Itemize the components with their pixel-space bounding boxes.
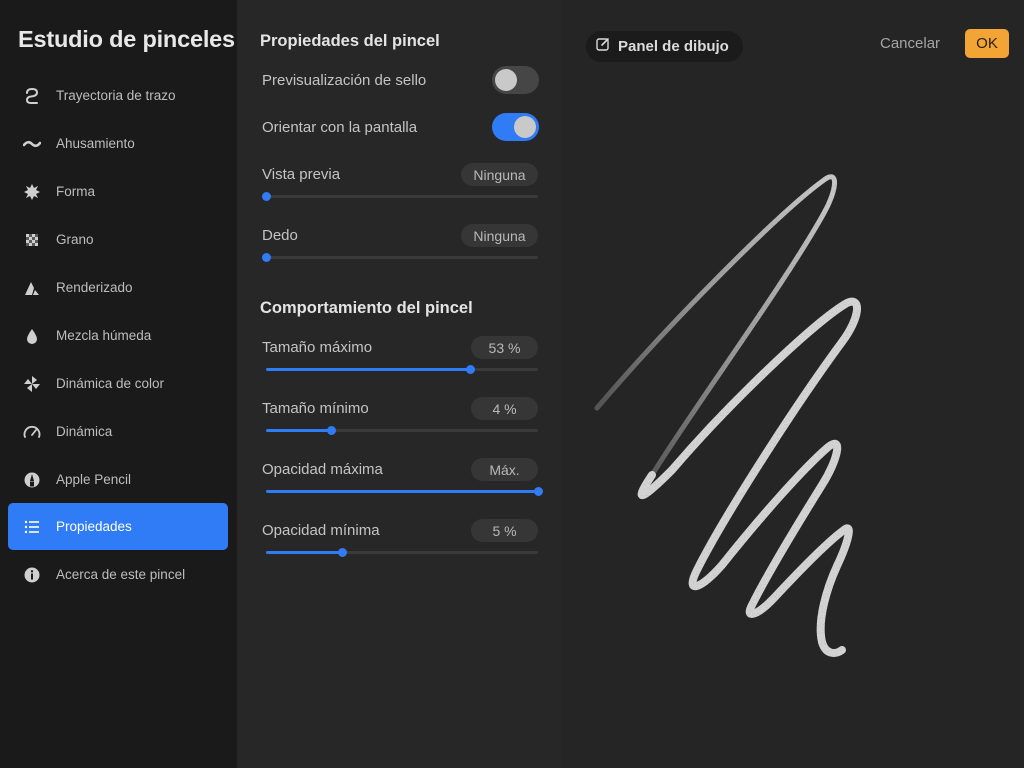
sidebar-item-about-brush[interactable]: Acerca de este pincel — [8, 551, 228, 598]
sidebar-item-label: Acerca de este pincel — [56, 567, 186, 582]
max-opacity-label: Opacidad máxima — [262, 461, 383, 478]
sidebar-item-wet-mix[interactable]: Mezcla húmeda — [8, 312, 228, 359]
min-opacity-label: Opacidad mínima — [262, 522, 380, 539]
droplet-icon — [8, 327, 56, 345]
sidebar-item-label: Forma — [56, 184, 96, 199]
rendering-icon — [8, 279, 56, 297]
smudge-value-pill: Ninguna — [461, 224, 538, 247]
brush-properties-title: Propiedades del pincel — [260, 32, 440, 50]
sidebar-item-label: Ahusamiento — [56, 136, 135, 151]
preview-value-pill: Ninguna — [461, 163, 538, 186]
app-title: Estudio de pinceles — [18, 26, 235, 52]
slider-thumb[interactable] — [466, 365, 475, 374]
orient-to-screen-label: Orientar con la pantalla — [262, 119, 418, 136]
sidebar-item-stroke-path[interactable]: Trayectoria de trazo — [8, 72, 228, 119]
sidebar-item-label: Trayectoria de trazo — [56, 88, 176, 103]
sidebar-item-grain[interactable]: Grano — [8, 216, 228, 263]
info-icon — [8, 566, 56, 584]
sidebar-item-shape[interactable]: Forma — [8, 168, 228, 215]
min-size-label: Tamaño mínimo — [262, 400, 369, 417]
sidebar: Estudio de pinceles Trayectoria de trazo… — [0, 0, 237, 768]
grain-checker-icon — [8, 231, 56, 249]
ok-button[interactable]: OK — [965, 29, 1009, 58]
settings-panel: Propiedades del pincel Previsualización … — [237, 0, 562, 768]
taper-wave-icon — [8, 135, 56, 153]
list-icon — [8, 518, 56, 536]
sidebar-item-properties[interactable]: Propiedades — [8, 503, 228, 550]
cancel-button[interactable]: Cancelar — [880, 35, 940, 52]
preview-slider[interactable] — [262, 192, 538, 201]
slider-fill — [266, 490, 538, 493]
sidebar-item-label: Dinámica — [56, 424, 113, 439]
edit-icon — [596, 37, 610, 56]
gauge-icon — [8, 423, 56, 441]
sidebar-item-dynamics[interactable]: Dinámica — [8, 408, 228, 455]
sidebar-item-label: Grano — [56, 232, 94, 247]
slider-fill — [266, 368, 470, 371]
drawing-pad-label: Panel de dibujo — [618, 38, 729, 55]
sidebar-item-label: Propiedades — [56, 519, 132, 534]
sidebar-item-label: Renderizado — [56, 280, 133, 295]
slider-fill — [266, 551, 343, 554]
min-opacity-slider[interactable] — [266, 548, 538, 557]
stamp-preview-label: Previsualización de sello — [262, 72, 427, 89]
slider-thumb[interactable] — [534, 487, 543, 496]
slider-thumb[interactable] — [262, 192, 271, 201]
max-size-value-pill: 53 % — [471, 336, 538, 359]
min-opacity-value-pill: 5 % — [471, 519, 538, 542]
sidebar-item-label: Apple Pencil — [56, 472, 132, 487]
max-size-label: Tamaño máximo — [262, 339, 373, 356]
shape-burst-icon — [8, 183, 56, 201]
drawing-area[interactable]: Panel de dibujo Cancelar OK — [562, 0, 1024, 768]
smudge-label: Dedo — [262, 227, 298, 244]
preview-label: Vista previa — [262, 166, 341, 183]
slider-fill — [266, 429, 332, 432]
pencil-tip-icon — [8, 471, 56, 489]
brush-stroke-preview[interactable] — [562, 0, 1024, 768]
max-opacity-value-pill: Máx. — [471, 458, 538, 481]
sidebar-item-taper[interactable]: Ahusamiento — [8, 120, 228, 167]
stroke-path-icon — [8, 87, 56, 105]
brush-behavior-title: Comportamiento del pincel — [260, 299, 473, 317]
toggle-knob — [514, 116, 536, 138]
drawing-pad-button[interactable]: Panel de dibujo — [586, 31, 743, 62]
slider-thumb[interactable] — [262, 253, 271, 262]
orient-to-screen-toggle[interactable] — [492, 113, 539, 141]
max-opacity-slider[interactable] — [266, 487, 543, 496]
sidebar-item-apple-pencil[interactable]: Apple Pencil — [8, 456, 228, 503]
toggle-knob — [495, 69, 517, 91]
sidebar-item-color-dynamics[interactable]: Dinámica de color — [8, 360, 228, 407]
color-pinwheel-icon — [8, 375, 56, 393]
min-size-slider[interactable] — [266, 426, 538, 435]
smudge-slider[interactable] — [262, 253, 538, 262]
sidebar-item-label: Mezcla húmeda — [56, 328, 152, 343]
stamp-preview-toggle[interactable] — [492, 66, 539, 94]
min-size-value-pill: 4 % — [471, 397, 538, 420]
sidebar-item-label: Dinámica de color — [56, 376, 165, 391]
max-size-slider[interactable] — [266, 365, 538, 374]
slider-thumb[interactable] — [338, 548, 348, 557]
sidebar-item-rendering[interactable]: Renderizado — [8, 264, 228, 311]
slider-thumb[interactable] — [327, 426, 337, 435]
